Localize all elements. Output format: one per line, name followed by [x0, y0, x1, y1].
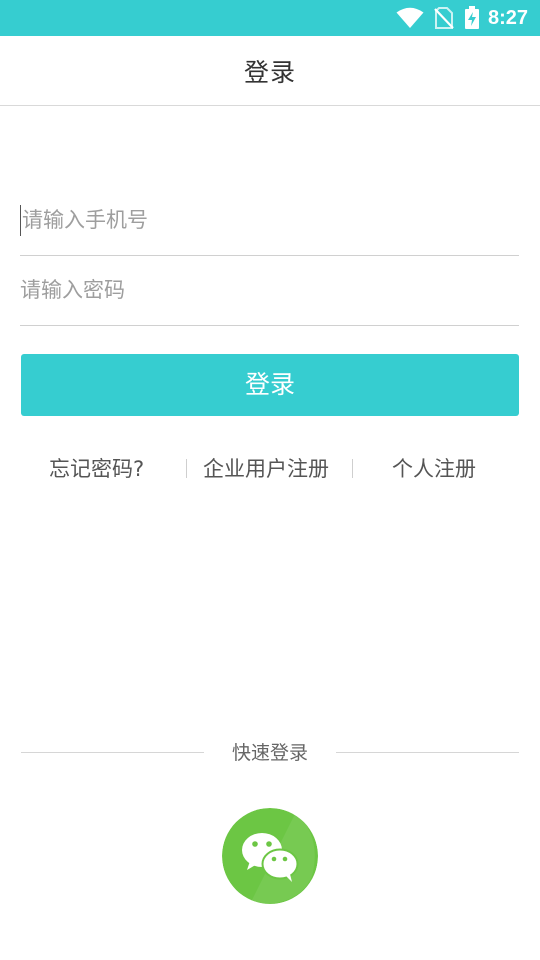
account-links: 忘记密码? 企业用户注册 个人注册	[20, 448, 520, 490]
wechat-login-button[interactable]	[222, 808, 318, 904]
page-title: 登录	[243, 58, 296, 87]
password-input[interactable]	[20, 255, 519, 325]
forgot-password-link[interactable]: 忘记密码?	[49, 448, 144, 490]
quick-login-label: 快速登录	[231, 742, 308, 764]
phone-field	[20, 185, 521, 256]
battery-charging-icon	[464, 6, 480, 30]
personal-register-link[interactable]: 个人注册	[392, 448, 476, 490]
status-time: 8:27	[487, 6, 528, 29]
wechat-icon	[222, 808, 318, 904]
quick-login-divider: 快速登录	[21, 738, 519, 768]
no-sim-icon	[434, 7, 454, 29]
link-divider	[186, 459, 187, 478]
divider-line-right	[336, 752, 519, 753]
password-field	[20, 255, 519, 326]
phone-input[interactable]	[20, 185, 521, 255]
status-bar: 8:27	[0, 0, 540, 36]
enterprise-register-link[interactable]: 企业用户注册	[203, 448, 329, 490]
status-icons: 8:27	[396, 0, 528, 36]
link-divider	[352, 459, 353, 478]
login-button[interactable]: 登录	[21, 354, 519, 416]
app-bar: 登录	[0, 36, 540, 106]
wifi-icon	[396, 7, 424, 29]
